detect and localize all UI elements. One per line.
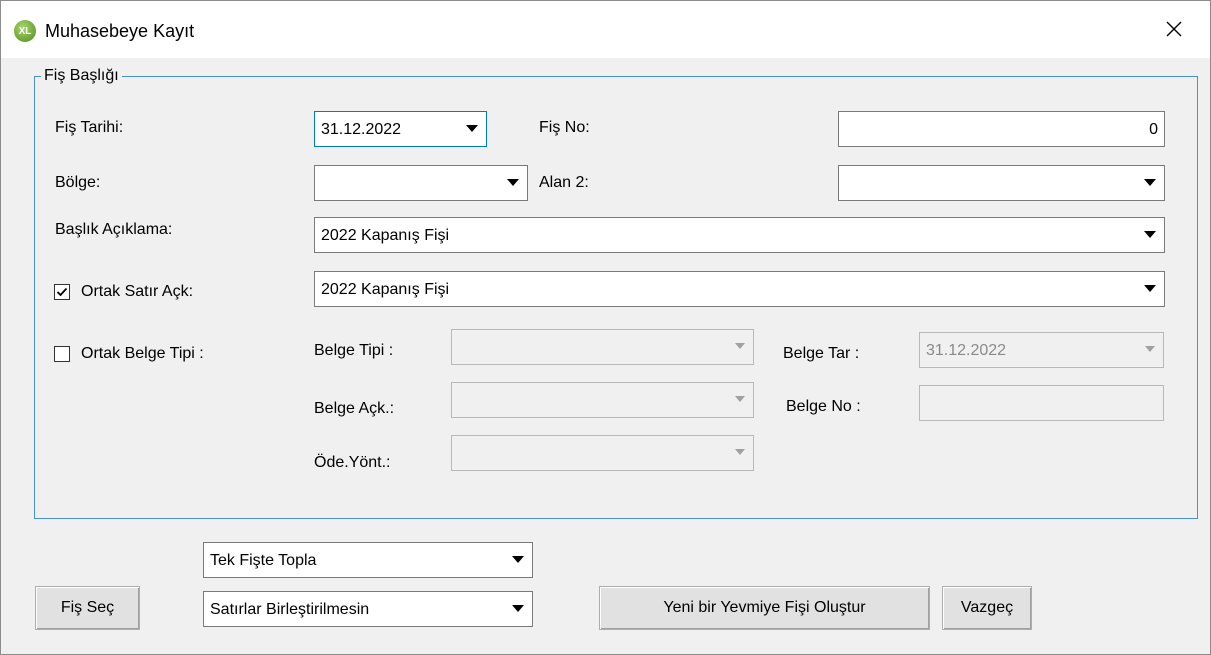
ortak-belge-label: Ortak Belge Tipi : [81, 345, 204, 362]
baslik-aciklama-select[interactable]: 2022 Kapanış Fişi [314, 217, 1165, 253]
chevron-down-icon [735, 396, 745, 402]
belge-no-input[interactable] [919, 385, 1164, 421]
fis-tarihi-datepicker[interactable]: 31.12.2022 [314, 111, 487, 147]
ortak-satir-checkbox[interactable] [54, 284, 70, 300]
ortak-satir-value: 2022 Kapanış Fişi [321, 281, 450, 298]
alan2-label: Alan 2: [539, 174, 589, 191]
ortak-belge-checkbox[interactable] [54, 346, 70, 362]
chevron-down-icon [512, 556, 524, 563]
fis-no-value: 0 [1149, 121, 1158, 138]
fis-sec-button[interactable]: Fiş Seç [35, 586, 140, 630]
fis-no-label: Fiş No: [539, 119, 590, 136]
chevron-down-icon [507, 179, 519, 186]
window-title: Muhasebeye Kayıt [45, 21, 195, 41]
dialog-window: XL Muhasebeye Kayıt Fiş Başlığı Fiş Tari… [0, 0, 1211, 655]
close-icon [1166, 21, 1182, 37]
belge-ack-select[interactable] [451, 382, 754, 418]
merge-select[interactable]: Satırlar Birleştirilmesin [203, 591, 533, 627]
ortak-satir-label: Ortak Satır Açk: [81, 283, 194, 300]
belge-no-label: Belge No : [786, 398, 861, 415]
chevron-down-icon [1144, 285, 1156, 292]
belge-tipi-label: Belge Tipi : [314, 342, 394, 359]
bolge-select[interactable] [314, 165, 528, 201]
ode-yont-label: Öde.Yönt.: [314, 454, 391, 471]
fis-tarihi-value: 31.12.2022 [321, 121, 402, 138]
belge-tar-datepicker[interactable]: 31.12.2022 [919, 332, 1164, 368]
belge-ack-label: Belge Açk.: [314, 400, 395, 417]
mode-select[interactable]: Tek Fişte Topla [203, 542, 533, 578]
fis-tarihi-label: Fiş Tarihi: [55, 119, 124, 136]
cancel-button[interactable]: Vazgeç [942, 586, 1032, 630]
chevron-down-icon [1144, 231, 1156, 238]
app-logo-icon: XL [14, 20, 36, 42]
baslik-aciklama-label: Başlık Açıklama: [55, 221, 173, 238]
group-legend: Fiş Başlığı [41, 66, 122, 86]
baslik-aciklama-value: 2022 Kapanış Fişi [321, 227, 450, 244]
ode-yont-select[interactable] [451, 435, 754, 471]
bolge-label: Bölge: [55, 174, 101, 191]
chevron-down-icon [512, 605, 524, 612]
belge-tar-label: Belge Tar : [783, 345, 860, 362]
merge-select-value: Satırlar Birleştirilmesin [210, 601, 370, 618]
chevron-down-icon [466, 125, 478, 132]
mode-select-value: Tek Fişte Topla [210, 552, 317, 569]
chevron-down-icon [1145, 346, 1155, 352]
checkmark-icon [56, 287, 68, 297]
chevron-down-icon [735, 343, 745, 349]
title-bar: XL Muhasebeye Kayıt [1, 1, 1210, 58]
belge-tipi-select[interactable] [451, 329, 754, 365]
ortak-satir-select[interactable]: 2022 Kapanış Fişi [314, 271, 1165, 307]
belge-tar-value: 31.12.2022 [926, 342, 1007, 359]
create-yevmiye-button[interactable]: Yeni bir Yevmiye Fişi Oluştur [599, 586, 930, 630]
chevron-down-icon [1144, 179, 1156, 186]
alan2-select[interactable] [838, 165, 1165, 201]
chevron-down-icon [735, 449, 745, 455]
close-button[interactable] [1151, 9, 1197, 49]
fis-no-input[interactable]: 0 [838, 111, 1165, 147]
